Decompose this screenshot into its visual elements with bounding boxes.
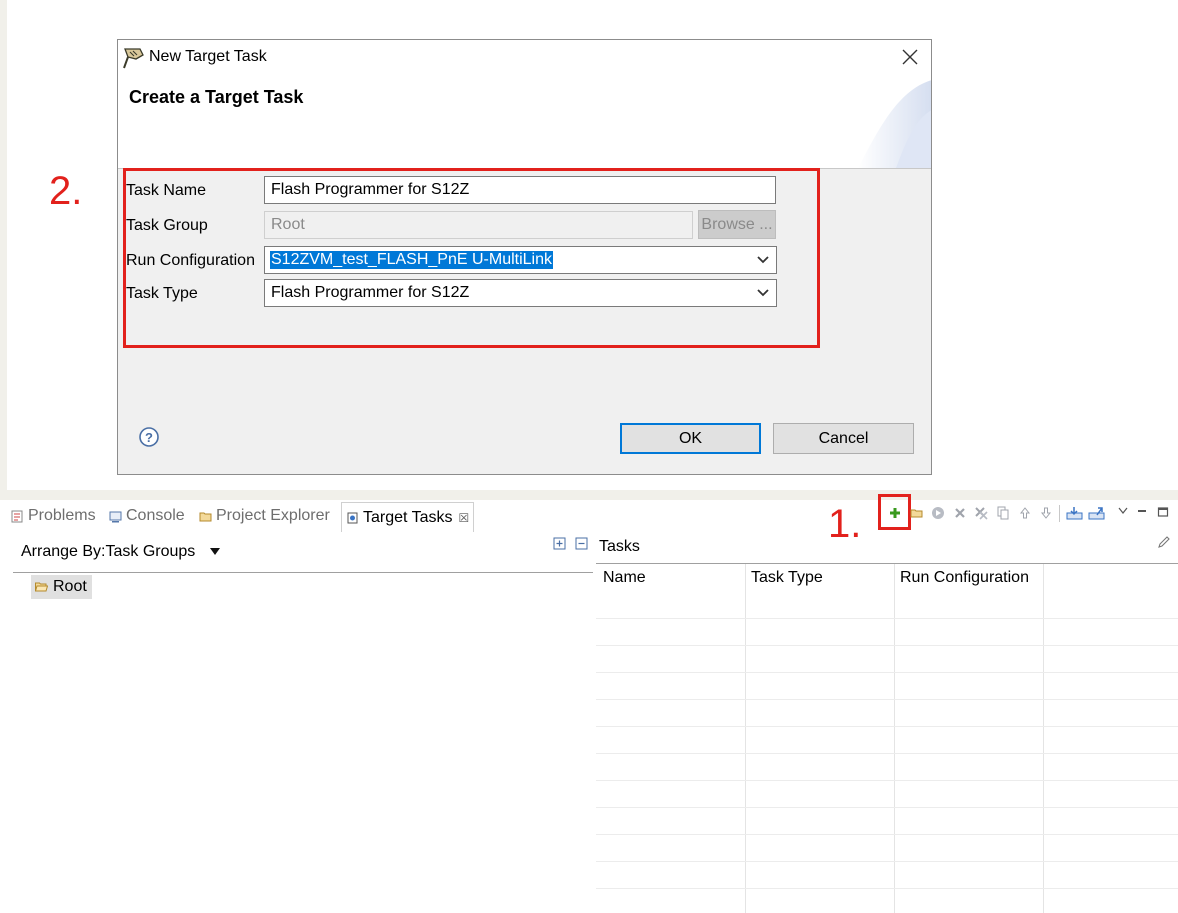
tab-label: Project Explorer bbox=[216, 507, 330, 524]
table-row-divider bbox=[596, 618, 1178, 619]
copy-icon[interactable] bbox=[996, 506, 1010, 520]
view-separator bbox=[0, 496, 1178, 500]
dialog-title: New Target Task bbox=[149, 48, 267, 65]
cancel-button[interactable]: Cancel bbox=[773, 423, 914, 454]
import-icon[interactable] bbox=[1066, 506, 1083, 520]
target-tasks-icon bbox=[347, 512, 358, 524]
form-highlight-box bbox=[123, 168, 820, 348]
table-row-divider bbox=[596, 699, 1178, 700]
delete-icon[interactable] bbox=[953, 506, 967, 520]
dialog-heading: Create a Target Task bbox=[129, 87, 304, 107]
table-row-divider bbox=[596, 645, 1178, 646]
table-row-divider bbox=[596, 807, 1178, 808]
close-tab-icon[interactable]: ☒ bbox=[459, 511, 470, 525]
ok-button[interactable]: OK bbox=[620, 423, 761, 454]
export-icon[interactable] bbox=[1088, 506, 1105, 520]
tab-console[interactable]: Console bbox=[109, 507, 185, 525]
svg-text:?: ? bbox=[145, 430, 153, 445]
folder-open-icon bbox=[35, 582, 48, 592]
tab-problems[interactable]: Problems bbox=[11, 507, 96, 525]
tab-label: Problems bbox=[28, 507, 96, 524]
collapse-all-icon[interactable] bbox=[575, 537, 588, 550]
tab-target-tasks[interactable]: Target Tasks ☒ bbox=[341, 502, 475, 532]
tab-label: Target Tasks bbox=[363, 508, 453, 526]
expand-all-icon[interactable] bbox=[553, 537, 566, 550]
table-row-divider bbox=[596, 888, 1178, 889]
table-row-divider bbox=[596, 753, 1178, 754]
table-row-divider bbox=[596, 861, 1178, 862]
minimize-icon[interactable] bbox=[1136, 504, 1148, 518]
tab-project-explorer[interactable]: Project Explorer bbox=[199, 507, 330, 525]
annotation-step-2: 2. bbox=[49, 169, 83, 213]
dialog-header: New Target Task Create a Target Task bbox=[118, 40, 931, 169]
add-button-highlight-box bbox=[878, 494, 911, 530]
view-menu-icon[interactable] bbox=[1117, 504, 1129, 518]
delete-all-icon[interactable] bbox=[974, 506, 988, 520]
close-icon[interactable] bbox=[899, 46, 921, 68]
table-row-divider bbox=[596, 726, 1178, 727]
tasks-header-divider bbox=[596, 563, 1178, 564]
project-explorer-icon bbox=[199, 512, 212, 521]
annotation-step-1: 1. bbox=[828, 502, 862, 546]
console-icon bbox=[109, 511, 122, 522]
pencil-icon[interactable] bbox=[1157, 535, 1171, 549]
open-folder-icon[interactable] bbox=[910, 506, 924, 520]
column-header-task-type[interactable]: Task Type bbox=[751, 569, 823, 587]
target-task-wizard-icon bbox=[123, 48, 144, 69]
column-header-run-configuration[interactable]: Run Configuration bbox=[900, 569, 1029, 587]
tree-item-label: Root bbox=[53, 578, 87, 595]
left-panel-divider bbox=[13, 572, 593, 573]
tree-item-root[interactable]: Root bbox=[31, 575, 92, 599]
table-row-divider bbox=[596, 672, 1178, 673]
tab-label: Console bbox=[126, 507, 185, 524]
run-icon[interactable] bbox=[931, 506, 945, 520]
table-row-divider bbox=[596, 780, 1178, 781]
toolbar-separator bbox=[1059, 505, 1060, 522]
column-header-name[interactable]: Name bbox=[603, 569, 646, 587]
tasks-panel-title: Tasks bbox=[599, 538, 640, 555]
caret-down-icon[interactable] bbox=[209, 547, 221, 556]
table-row-divider bbox=[596, 834, 1178, 835]
wizard-banner-graphic bbox=[858, 80, 931, 168]
problems-icon bbox=[11, 510, 23, 522]
help-icon[interactable]: ? bbox=[138, 426, 160, 448]
move-up-icon[interactable] bbox=[1018, 506, 1032, 520]
arrange-by-label[interactable]: Arrange By:Task Groups bbox=[21, 543, 195, 561]
move-down-icon[interactable] bbox=[1039, 506, 1053, 520]
maximize-icon[interactable] bbox=[1157, 505, 1169, 519]
